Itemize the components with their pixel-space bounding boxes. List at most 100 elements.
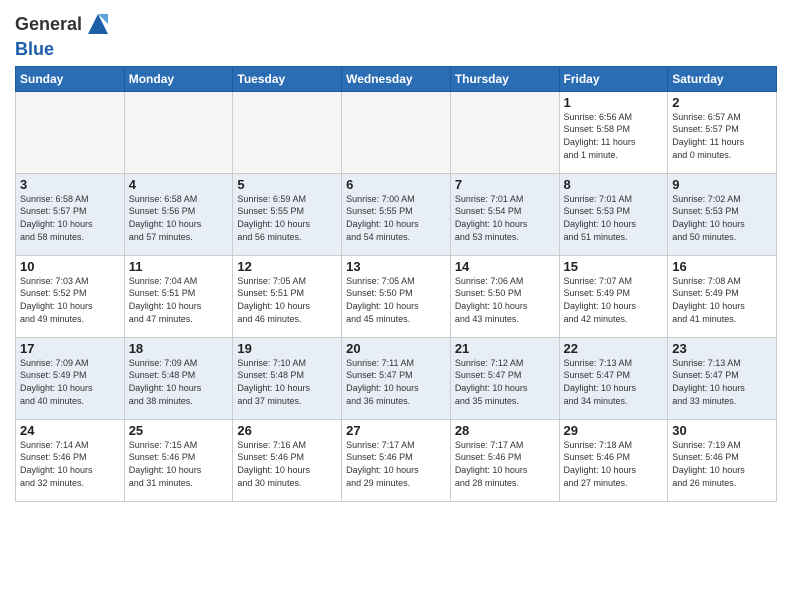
day-number: 1: [564, 95, 664, 110]
weekday-header-wednesday: Wednesday: [342, 66, 451, 91]
day-info: Sunrise: 7:05 AM Sunset: 5:50 PM Dayligh…: [346, 275, 446, 325]
day-number: 4: [129, 177, 229, 192]
day-number: 12: [237, 259, 337, 274]
calendar-cell: 22Sunrise: 7:13 AM Sunset: 5:47 PM Dayli…: [559, 337, 668, 419]
day-info: Sunrise: 7:02 AM Sunset: 5:53 PM Dayligh…: [672, 193, 772, 243]
weekday-header-monday: Monday: [124, 66, 233, 91]
calendar-cell: 6Sunrise: 7:00 AM Sunset: 5:55 PM Daylig…: [342, 173, 451, 255]
week-row-2: 3Sunrise: 6:58 AM Sunset: 5:57 PM Daylig…: [16, 173, 777, 255]
calendar-cell: [450, 91, 559, 173]
day-info: Sunrise: 7:13 AM Sunset: 5:47 PM Dayligh…: [672, 357, 772, 407]
calendar-cell: 10Sunrise: 7:03 AM Sunset: 5:52 PM Dayli…: [16, 255, 125, 337]
week-row-1: 1Sunrise: 6:56 AM Sunset: 5:58 PM Daylig…: [16, 91, 777, 173]
calendar-cell: 30Sunrise: 7:19 AM Sunset: 5:46 PM Dayli…: [668, 419, 777, 501]
calendar-cell: 27Sunrise: 7:17 AM Sunset: 5:46 PM Dayli…: [342, 419, 451, 501]
day-info: Sunrise: 7:07 AM Sunset: 5:49 PM Dayligh…: [564, 275, 664, 325]
header: General Blue: [15, 10, 777, 60]
calendar-cell: 1Sunrise: 6:56 AM Sunset: 5:58 PM Daylig…: [559, 91, 668, 173]
day-info: Sunrise: 7:00 AM Sunset: 5:55 PM Dayligh…: [346, 193, 446, 243]
calendar-cell: 11Sunrise: 7:04 AM Sunset: 5:51 PM Dayli…: [124, 255, 233, 337]
day-number: 23: [672, 341, 772, 356]
day-number: 26: [237, 423, 337, 438]
day-number: 3: [20, 177, 120, 192]
calendar-cell: 4Sunrise: 6:58 AM Sunset: 5:56 PM Daylig…: [124, 173, 233, 255]
day-number: 9: [672, 177, 772, 192]
day-info: Sunrise: 6:58 AM Sunset: 5:56 PM Dayligh…: [129, 193, 229, 243]
day-number: 5: [237, 177, 337, 192]
logo-general: General: [15, 14, 82, 34]
day-info: Sunrise: 7:01 AM Sunset: 5:53 PM Dayligh…: [564, 193, 664, 243]
calendar-cell: 16Sunrise: 7:08 AM Sunset: 5:49 PM Dayli…: [668, 255, 777, 337]
weekday-header-thursday: Thursday: [450, 66, 559, 91]
day-info: Sunrise: 7:13 AM Sunset: 5:47 PM Dayligh…: [564, 357, 664, 407]
calendar-cell: 8Sunrise: 7:01 AM Sunset: 5:53 PM Daylig…: [559, 173, 668, 255]
calendar-cell: 25Sunrise: 7:15 AM Sunset: 5:46 PM Dayli…: [124, 419, 233, 501]
day-info: Sunrise: 7:10 AM Sunset: 5:48 PM Dayligh…: [237, 357, 337, 407]
weekday-header-sunday: Sunday: [16, 66, 125, 91]
logo-blue: Blue: [15, 39, 54, 59]
day-info: Sunrise: 6:56 AM Sunset: 5:58 PM Dayligh…: [564, 111, 664, 161]
day-number: 27: [346, 423, 446, 438]
week-row-5: 24Sunrise: 7:14 AM Sunset: 5:46 PM Dayli…: [16, 419, 777, 501]
day-number: 2: [672, 95, 772, 110]
logo: General Blue: [15, 10, 112, 60]
calendar-cell: 3Sunrise: 6:58 AM Sunset: 5:57 PM Daylig…: [16, 173, 125, 255]
calendar-cell: 13Sunrise: 7:05 AM Sunset: 5:50 PM Dayli…: [342, 255, 451, 337]
week-row-4: 17Sunrise: 7:09 AM Sunset: 5:49 PM Dayli…: [16, 337, 777, 419]
calendar-cell: 19Sunrise: 7:10 AM Sunset: 5:48 PM Dayli…: [233, 337, 342, 419]
day-number: 24: [20, 423, 120, 438]
day-number: 15: [564, 259, 664, 274]
weekday-header-saturday: Saturday: [668, 66, 777, 91]
day-number: 22: [564, 341, 664, 356]
calendar-cell: [233, 91, 342, 173]
weekday-header-row: SundayMondayTuesdayWednesdayThursdayFrid…: [16, 66, 777, 91]
day-info: Sunrise: 6:57 AM Sunset: 5:57 PM Dayligh…: [672, 111, 772, 161]
day-number: 14: [455, 259, 555, 274]
day-info: Sunrise: 7:16 AM Sunset: 5:46 PM Dayligh…: [237, 439, 337, 489]
day-info: Sunrise: 7:03 AM Sunset: 5:52 PM Dayligh…: [20, 275, 120, 325]
weekday-header-tuesday: Tuesday: [233, 66, 342, 91]
day-info: Sunrise: 7:19 AM Sunset: 5:46 PM Dayligh…: [672, 439, 772, 489]
calendar-cell: [342, 91, 451, 173]
day-info: Sunrise: 7:11 AM Sunset: 5:47 PM Dayligh…: [346, 357, 446, 407]
calendar-cell: 15Sunrise: 7:07 AM Sunset: 5:49 PM Dayli…: [559, 255, 668, 337]
week-row-3: 10Sunrise: 7:03 AM Sunset: 5:52 PM Dayli…: [16, 255, 777, 337]
day-info: Sunrise: 7:09 AM Sunset: 5:49 PM Dayligh…: [20, 357, 120, 407]
calendar-cell: 23Sunrise: 7:13 AM Sunset: 5:47 PM Dayli…: [668, 337, 777, 419]
day-number: 19: [237, 341, 337, 356]
day-info: Sunrise: 7:15 AM Sunset: 5:46 PM Dayligh…: [129, 439, 229, 489]
day-info: Sunrise: 7:09 AM Sunset: 5:48 PM Dayligh…: [129, 357, 229, 407]
day-number: 11: [129, 259, 229, 274]
calendar-cell: 5Sunrise: 6:59 AM Sunset: 5:55 PM Daylig…: [233, 173, 342, 255]
day-info: Sunrise: 6:58 AM Sunset: 5:57 PM Dayligh…: [20, 193, 120, 243]
day-number: 28: [455, 423, 555, 438]
calendar-cell: 14Sunrise: 7:06 AM Sunset: 5:50 PM Dayli…: [450, 255, 559, 337]
day-number: 18: [129, 341, 229, 356]
day-info: Sunrise: 7:17 AM Sunset: 5:46 PM Dayligh…: [455, 439, 555, 489]
calendar-cell: 20Sunrise: 7:11 AM Sunset: 5:47 PM Dayli…: [342, 337, 451, 419]
day-info: Sunrise: 7:14 AM Sunset: 5:46 PM Dayligh…: [20, 439, 120, 489]
day-info: Sunrise: 7:12 AM Sunset: 5:47 PM Dayligh…: [455, 357, 555, 407]
day-info: Sunrise: 7:05 AM Sunset: 5:51 PM Dayligh…: [237, 275, 337, 325]
calendar-cell: 28Sunrise: 7:17 AM Sunset: 5:46 PM Dayli…: [450, 419, 559, 501]
page: General Blue SundayMondayTuesdayWednesda…: [0, 0, 792, 612]
day-info: Sunrise: 6:59 AM Sunset: 5:55 PM Dayligh…: [237, 193, 337, 243]
day-number: 6: [346, 177, 446, 192]
day-info: Sunrise: 7:18 AM Sunset: 5:46 PM Dayligh…: [564, 439, 664, 489]
day-number: 16: [672, 259, 772, 274]
calendar-cell: [16, 91, 125, 173]
calendar-cell: 29Sunrise: 7:18 AM Sunset: 5:46 PM Dayli…: [559, 419, 668, 501]
day-number: 10: [20, 259, 120, 274]
day-number: 20: [346, 341, 446, 356]
day-info: Sunrise: 7:17 AM Sunset: 5:46 PM Dayligh…: [346, 439, 446, 489]
day-number: 29: [564, 423, 664, 438]
day-number: 7: [455, 177, 555, 192]
weekday-header-friday: Friday: [559, 66, 668, 91]
day-info: Sunrise: 7:04 AM Sunset: 5:51 PM Dayligh…: [129, 275, 229, 325]
day-info: Sunrise: 7:08 AM Sunset: 5:49 PM Dayligh…: [672, 275, 772, 325]
calendar-cell: 2Sunrise: 6:57 AM Sunset: 5:57 PM Daylig…: [668, 91, 777, 173]
calendar-cell: 7Sunrise: 7:01 AM Sunset: 5:54 PM Daylig…: [450, 173, 559, 255]
day-number: 8: [564, 177, 664, 192]
day-number: 25: [129, 423, 229, 438]
calendar-cell: 26Sunrise: 7:16 AM Sunset: 5:46 PM Dayli…: [233, 419, 342, 501]
